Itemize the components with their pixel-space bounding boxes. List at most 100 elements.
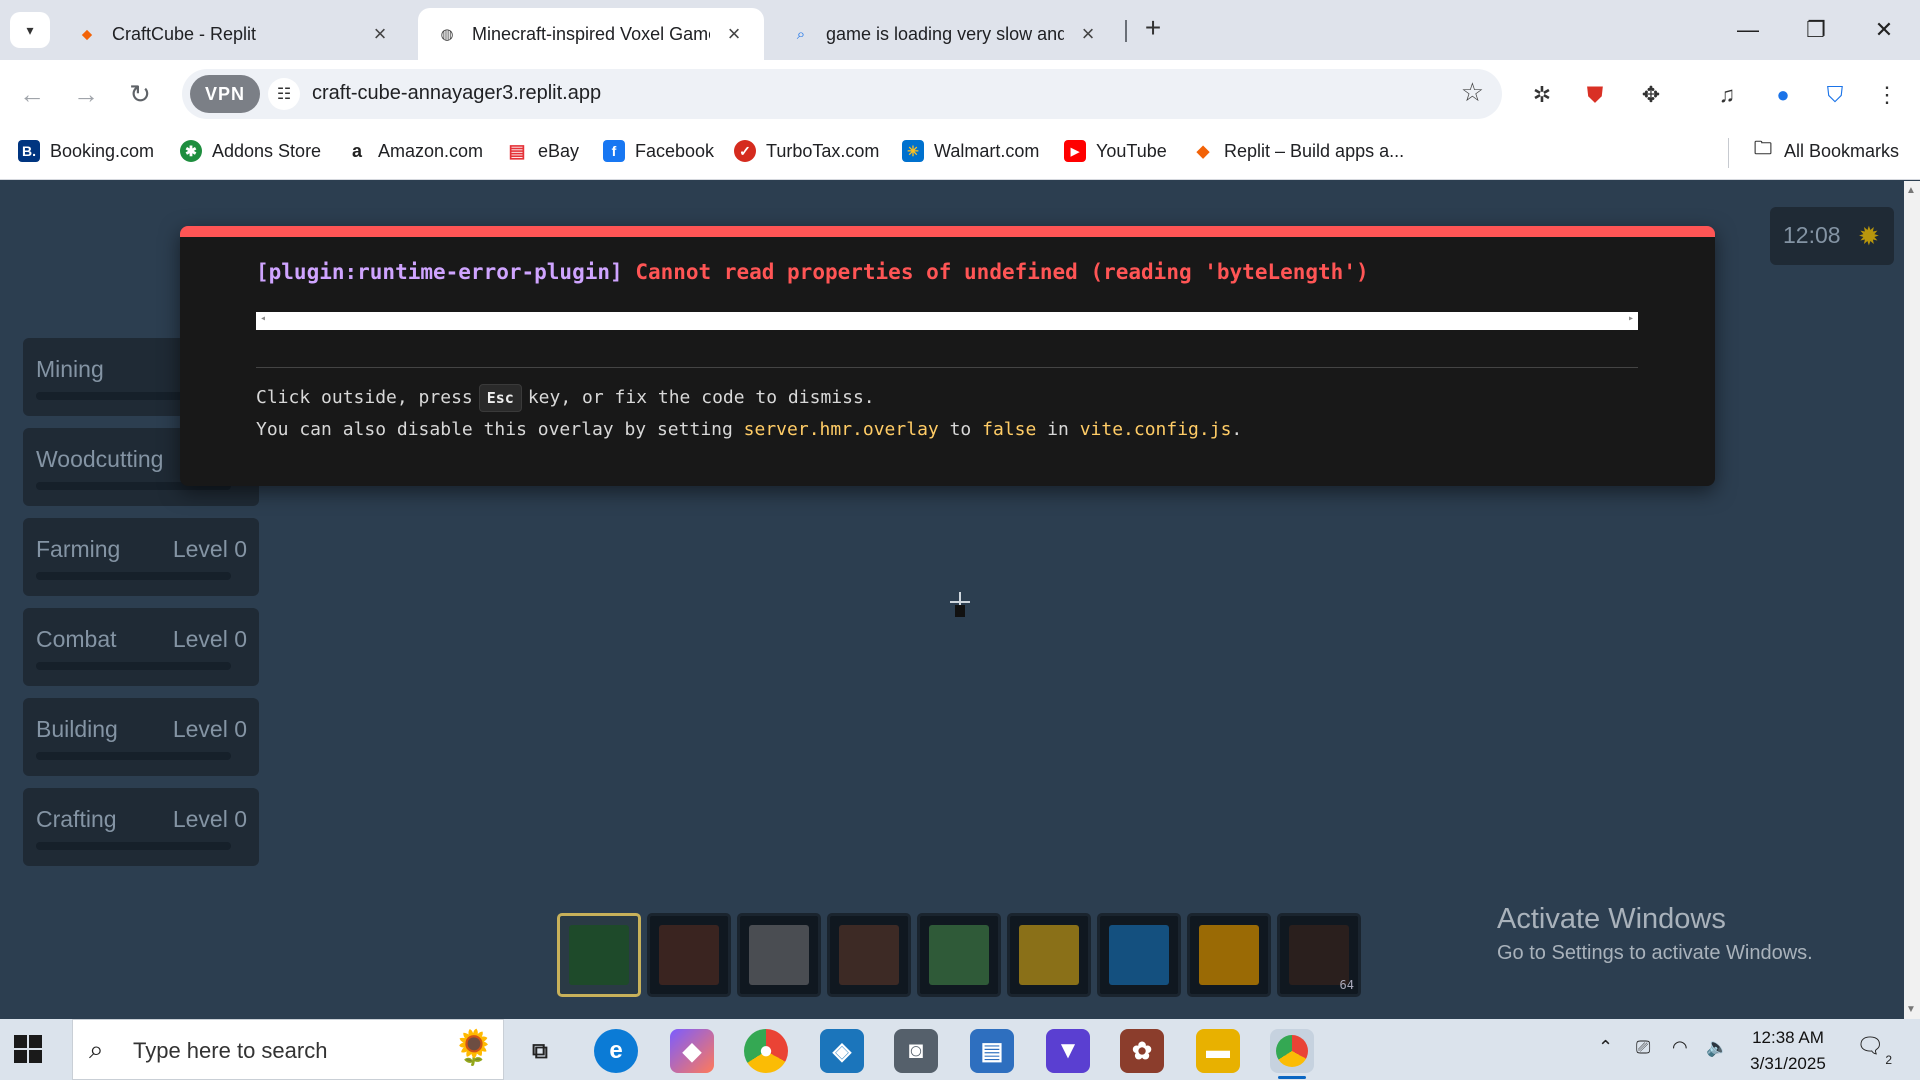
skill-level: Level 0	[172, 806, 247, 832]
bookmark-walmart[interactable]: ✳ Walmart.com	[902, 140, 1039, 162]
back-button[interactable]: ←	[12, 74, 52, 114]
close-window-button[interactable]: ✕	[1854, 10, 1914, 50]
hotbar: 64	[557, 913, 1367, 997]
adblock-shield-icon[interactable]: ⛊	[1578, 78, 1612, 112]
tip-code: server.hmr.overlay	[743, 419, 939, 440]
error-tip-dismiss: Click outside, press Esc key, or fix the c…	[256, 384, 875, 412]
url-text[interactable]: craft-cube-annayager3.replit.app	[312, 82, 601, 105]
skill-name: Mining	[36, 356, 104, 382]
copilot-icon[interactable]: ◆	[670, 1029, 714, 1073]
block-swatch	[749, 925, 809, 985]
skill-name: Building	[36, 716, 118, 742]
camera-icon[interactable]: ◙	[894, 1029, 938, 1073]
tab-label: game is loading very slow and i	[826, 23, 1064, 44]
address-bar[interactable]: VPN ☷ craft-cube-annayager3.replit.app ☆	[182, 69, 1502, 119]
scroll-left-icon[interactable]: ◂	[260, 313, 266, 324]
wifi-icon[interactable]: ◠	[1672, 1037, 1688, 1058]
taskbar-search-box[interactable]: ⌕ Type here to search 🌻	[72, 1019, 504, 1080]
bookmark-label: Facebook	[635, 140, 715, 161]
error-frame-scrollbar[interactable]: ◂ ▸	[256, 312, 1638, 330]
chrome-active-icon[interactable]	[1270, 1029, 1314, 1073]
game-viewport[interactable]: Mining L Woodcutting L Farming Level 0 C…	[0, 181, 1904, 1019]
block-swatch	[1109, 925, 1169, 985]
vpn-badge[interactable]: VPN	[190, 75, 260, 113]
extensions-icon[interactable]: ✥	[1634, 78, 1668, 112]
bookmark-label: Walmart.com	[934, 140, 1040, 161]
search-icon: ⌕	[89, 1034, 104, 1064]
system-clock[interactable]: 12:38 AM 3/31/2025	[1748, 1025, 1828, 1077]
bookmark-booking[interactable]: B. Booking.com	[18, 140, 154, 162]
hotbar-slot[interactable]	[647, 913, 731, 997]
notification-center-icon[interactable]: 🗨 2	[1856, 1033, 1892, 1067]
bookmark-addons-store[interactable]: ✱ Addons Store	[180, 140, 321, 162]
site-info-icon[interactable]: ☷	[268, 78, 300, 110]
amazon-icon: a	[346, 140, 368, 162]
show-hidden-icons-icon[interactable]: ⌃	[1598, 1037, 1613, 1058]
clock-time: 12:38 AM	[1752, 1028, 1824, 1047]
folder-icon: 🗀	[1752, 138, 1774, 162]
hotbar-slot[interactable]	[557, 913, 641, 997]
notepad-icon[interactable]: ▤	[970, 1029, 1014, 1073]
bookmark-facebook[interactable]: f Facebook	[603, 140, 714, 162]
bookmark-label: YouTube	[1096, 140, 1167, 161]
scroll-down-icon[interactable]: ▼	[1906, 1004, 1916, 1015]
kodi-icon[interactable]: ◈	[820, 1029, 864, 1073]
kebab-menu-icon[interactable]: ⋮	[1870, 78, 1904, 112]
password-manager-shield-icon[interactable]: ⛉	[1818, 78, 1852, 112]
minimize-button[interactable]: —	[1718, 10, 1778, 50]
skill-crafting: Crafting Level 0	[23, 788, 259, 866]
tab-search-query[interactable]: ⌕ game is loading very slow and i ×	[772, 8, 1118, 60]
error-overlay[interactable]: [plugin:runtime-error-plugin] Cannot rea…	[180, 226, 1715, 486]
task-view-icon[interactable]: ⧉	[518, 1029, 562, 1073]
skill-level: Level 0	[172, 716, 247, 742]
restore-button[interactable]: ❐	[1786, 10, 1846, 50]
search-icon: ⌕	[796, 25, 806, 43]
new-tab-button[interactable]: +	[1138, 12, 1168, 44]
watermark-title: Activate Windows	[1497, 903, 1726, 935]
browser-toolbar: ← → ↻ VPN ☷ craft-cube-annayager3.replit…	[0, 60, 1920, 128]
scroll-up-icon[interactable]: ▲	[1906, 185, 1916, 196]
media-controls-icon[interactable]: ♫	[1710, 78, 1744, 112]
profile-avatar-icon[interactable]: ●	[1766, 78, 1800, 112]
page-scrollbar[interactable]: ▲ ▼	[1904, 181, 1920, 1019]
hotbar-slot[interactable]	[917, 913, 1001, 997]
meet-now-icon[interactable]: ⎚	[1636, 1037, 1650, 1058]
skill-name: Farming	[36, 536, 121, 562]
close-icon[interactable]: ×	[368, 21, 392, 47]
chrome-icon[interactable]: ●	[744, 1029, 788, 1073]
search-highlight-illustration-icon: 🌻	[452, 1029, 495, 1067]
block-swatch	[1019, 925, 1079, 985]
bookmark-turbotax[interactable]: ✓ TurboTax.com	[734, 140, 879, 162]
close-icon[interactable]: ×	[1076, 21, 1100, 47]
hotbar-slot[interactable]	[1007, 913, 1091, 997]
bookmark-ebay[interactable]: ▤ eBay	[506, 140, 579, 162]
tip-text: in	[1047, 419, 1069, 440]
tab-search-menu-button[interactable]: ▾	[10, 12, 50, 48]
bookmark-label: Booking.com	[50, 140, 155, 161]
bookmark-replit[interactable]: ⬥ Replit – Build apps a...	[1192, 140, 1404, 162]
close-icon[interactable]: ×	[722, 21, 746, 47]
bookmark-youtube[interactable]: ▶ YouTube	[1064, 140, 1167, 162]
hotbar-slot[interactable]	[1097, 913, 1181, 997]
bookmark-amazon[interactable]: a Amazon.com	[346, 140, 483, 162]
error-message: [plugin:runtime-error-plugin] Cannot rea…	[256, 260, 1369, 284]
hotbar-slot[interactable]: 64	[1277, 913, 1361, 997]
all-bookmarks-button[interactable]: 🗀 All Bookmarks	[1752, 138, 1899, 162]
extension-puzzle-icon[interactable]: ✲	[1525, 78, 1559, 112]
hotbar-slot[interactable]	[737, 913, 821, 997]
windows-start-icon[interactable]	[14, 1035, 42, 1063]
game-clock: 12:08 ✹	[1770, 207, 1894, 265]
file-explorer-icon[interactable]: ▬	[1196, 1029, 1240, 1073]
forward-button[interactable]: →	[66, 74, 106, 114]
bookmark-star-icon[interactable]: ☆	[1461, 77, 1484, 108]
scroll-right-icon[interactable]: ▸	[1628, 313, 1634, 324]
hotbar-slot[interactable]	[1187, 913, 1271, 997]
vpn-app-icon[interactable]: ▼	[1046, 1029, 1090, 1073]
edge-icon[interactable]: e	[594, 1029, 638, 1073]
volume-icon[interactable]: 🔈	[1706, 1037, 1728, 1058]
reload-button[interactable]: ↻	[120, 74, 160, 114]
tab-voxel-game[interactable]: ◍ Minecraft-inspired Voxel Game ×	[418, 8, 764, 60]
game-app-icon[interactable]: ✿	[1120, 1029, 1164, 1073]
hotbar-slot[interactable]	[827, 913, 911, 997]
tab-craftcube-replit[interactable]: ⬥ CraftCube - Replit ×	[58, 8, 410, 60]
